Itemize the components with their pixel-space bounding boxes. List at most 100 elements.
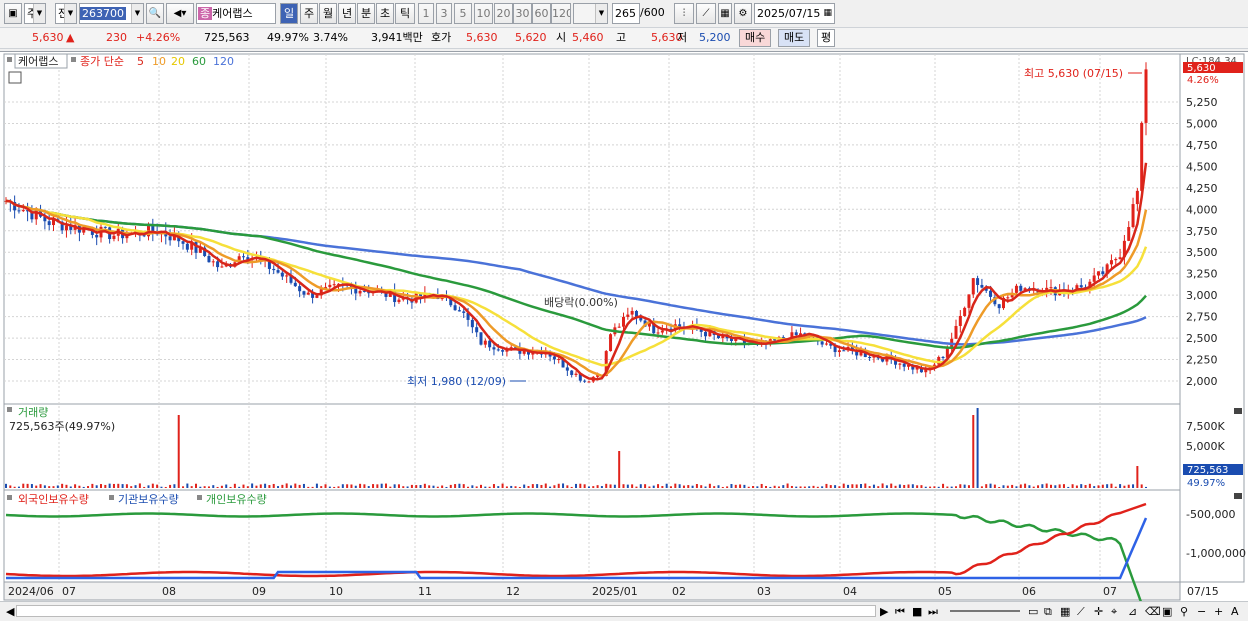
interval-20[interactable]: 20	[494, 3, 513, 24]
volume-bar	[739, 484, 742, 488]
volume-bar	[695, 484, 698, 488]
volume-bar	[1123, 485, 1126, 488]
high-annotation: 최고 5,630 (07/15)	[1024, 67, 1123, 80]
volume-bar	[164, 486, 167, 488]
date-input[interactable]: 2025/07/15 ▦	[754, 3, 835, 24]
window-menu-icon[interactable]: ▣	[4, 3, 22, 24]
calculator-icon[interactable]	[8, 71, 22, 84]
volume-bar	[505, 486, 508, 488]
volume-bar	[436, 486, 439, 488]
zoom-in-icon[interactable]: +	[1214, 604, 1223, 619]
volume-bar	[877, 486, 880, 488]
volume-bar	[523, 484, 526, 488]
scroll-right-icon[interactable]: ▶	[880, 604, 888, 619]
candle-body	[941, 356, 945, 358]
zoom-out-icon[interactable]: −	[1197, 604, 1206, 619]
buy-button[interactable]: 매수	[739, 29, 772, 47]
volume-title: 거래량	[18, 406, 48, 419]
candle-body	[958, 315, 962, 326]
candle-body	[1114, 258, 1118, 261]
price-tick: 4,750	[1186, 139, 1218, 152]
tab-second[interactable]: 초	[376, 3, 394, 24]
sell-button[interactable]: 매도	[778, 29, 811, 47]
interval-10[interactable]: 10	[474, 3, 493, 24]
candle-body	[837, 350, 841, 353]
scroll-track[interactable]	[16, 605, 876, 617]
line-tool-icon[interactable]: ⟋	[696, 3, 716, 24]
volume-bar	[484, 486, 487, 488]
rewind-icon[interactable]: ⏮	[895, 604, 905, 619]
volume-bar	[39, 484, 42, 488]
average-button[interactable]: 평	[817, 29, 836, 47]
tab-year[interactable]: 년	[338, 3, 356, 24]
time-tick: 07	[62, 585, 76, 598]
speaker-icon[interactable]: ◀▾	[166, 3, 194, 24]
candle-body	[794, 332, 798, 336]
tab-day[interactable]: 일	[280, 3, 298, 24]
print-icon[interactable]: ▦	[718, 3, 732, 24]
legend-marker	[197, 495, 202, 500]
interval-3[interactable]: 3	[436, 3, 452, 24]
window-tile-icon[interactable]: ▭	[1028, 604, 1038, 619]
bid-price: 5,620	[515, 31, 547, 44]
volume-bar	[989, 483, 992, 488]
gear-icon[interactable]: ⚙	[734, 3, 752, 24]
volume-bar	[138, 483, 141, 488]
grid-view-icon[interactable]: ▦	[1060, 604, 1070, 619]
tab-tick[interactable]: 틱	[395, 3, 415, 24]
volume-bar	[933, 486, 936, 488]
stock-code-input[interactable]: 263700 ▼	[79, 3, 144, 24]
draw-line-icon[interactable]: ⟋	[1077, 604, 1085, 619]
measure-icon[interactable]: ⊿	[1128, 604, 1137, 619]
calendar-icon[interactable]: ▦	[823, 4, 832, 23]
interval-1[interactable]: 1	[418, 3, 434, 24]
time-tick: 11	[418, 585, 432, 598]
holding-tick: -500,000	[1186, 508, 1235, 521]
period-select[interactable]: 주▼	[24, 3, 46, 24]
eraser-icon[interactable]: ⌫	[1145, 604, 1161, 619]
interval-60[interactable]: 60	[532, 3, 551, 24]
volume-bar	[78, 485, 81, 488]
open-price: 5,460	[572, 31, 604, 44]
interval-30[interactable]: 30	[513, 3, 532, 24]
volume-bar	[872, 484, 875, 488]
candle-type-icon[interactable]: ⫶	[674, 3, 694, 24]
volume-bar	[566, 485, 569, 488]
stop-icon[interactable]: ■	[912, 604, 922, 619]
interval-120[interactable]: 120	[551, 3, 571, 24]
volume-bar	[233, 483, 236, 488]
candle-body	[587, 381, 591, 383]
volume-bar	[320, 486, 323, 488]
volume-bar	[713, 486, 716, 488]
font-size-icon[interactable]: A	[1231, 604, 1239, 619]
fast-forward-icon[interactable]: ⏭	[928, 604, 938, 619]
holding-panel-close-icon[interactable]	[1234, 493, 1242, 499]
volume-bar	[622, 484, 625, 488]
tab-month[interactable]: 월	[319, 3, 337, 24]
candle-body	[1079, 285, 1083, 288]
price-tick: 3,750	[1186, 225, 1218, 238]
stock-name-field[interactable]: 종 케어랩스	[196, 3, 276, 24]
display-count-input[interactable]: 265	[612, 3, 640, 24]
scroll-bar[interactable]: ◀ ▶ ⏮ ■ ⏭ ▭ ⧉ ▦ ⟋ ✛ ⌖ ⊿ ⌫ ▣ ⚲ − + A	[0, 601, 1248, 621]
tab-minute[interactable]: 분	[357, 3, 375, 24]
volume-bar	[61, 483, 64, 488]
interval-custom-select[interactable]: ▼	[573, 3, 608, 24]
search-icon[interactable]: 🔍	[146, 3, 164, 24]
magnifier-icon[interactable]: ⚲	[1180, 604, 1188, 619]
tab-week[interactable]: 주	[300, 3, 318, 24]
scroll-left-icon[interactable]: ◀	[6, 604, 14, 619]
image-icon[interactable]: ▣	[1162, 604, 1172, 619]
magnet-icon[interactable]: ⌖	[1111, 604, 1117, 619]
zoom-slider[interactable]	[950, 610, 1020, 612]
volume-bar	[13, 486, 16, 488]
window-copy-icon[interactable]: ⧉	[1044, 604, 1052, 619]
interval-5[interactable]: 5	[454, 3, 472, 24]
stock-chart[interactable]: LC:184.34 5,630 4.26% 5,2505,0004,7504,5…	[0, 52, 1248, 617]
volume-panel-close-icon[interactable]	[1234, 408, 1242, 414]
crosshair-icon[interactable]: ✛	[1094, 604, 1103, 619]
legend-individual: 개인보유수량	[206, 493, 267, 506]
chart-area[interactable]: LC:184.34 5,630 4.26% 5,250 5,000 4,750 4,5…	[0, 51, 1248, 617]
market-select[interactable]: 전▼	[55, 3, 77, 24]
time-tick: 03	[757, 585, 771, 598]
